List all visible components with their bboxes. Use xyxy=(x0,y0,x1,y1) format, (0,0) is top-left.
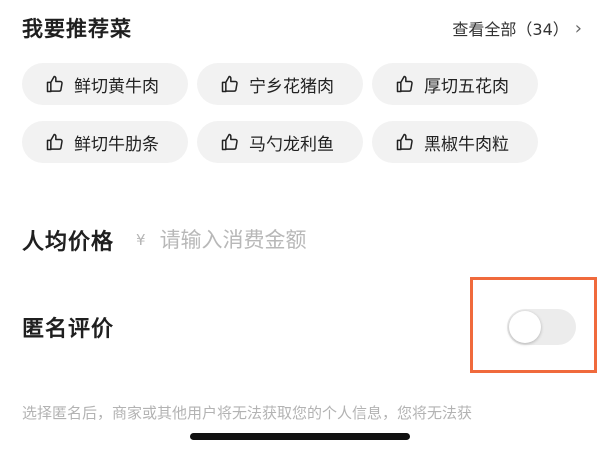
dish-row-2: 鲜切牛肋条 马勺龙利鱼 黑椒牛肉粒 xyxy=(22,121,547,163)
dish-label: 宁乡花猪肉 xyxy=(249,76,334,97)
dish-label: 马勺龙利鱼 xyxy=(249,134,334,155)
thumbs-up-icon xyxy=(394,131,416,153)
toggle-knob xyxy=(509,311,541,343)
dish-label: 鲜切牛肋条 xyxy=(74,134,159,155)
dish-chip[interactable]: 宁乡花猪肉 xyxy=(197,63,363,105)
price-label: 人均价格 xyxy=(22,230,115,255)
view-all-label: 查看全部（34） xyxy=(452,20,569,39)
recommend-title: 我要推荐菜 xyxy=(22,17,132,41)
view-all-link[interactable]: 查看全部（34） › xyxy=(452,16,582,40)
thumbs-up-icon xyxy=(394,73,416,95)
anonymous-disclaimer: 选择匿名后，商家或其他用户将无法获取您的个人信息，您将无法获 xyxy=(22,404,473,422)
dish-label: 黑椒牛肉粒 xyxy=(424,134,509,155)
dish-label: 厚切五花肉 xyxy=(424,76,509,97)
thumbs-up-icon xyxy=(44,131,66,153)
dish-chip[interactable]: 鲜切牛肋条 xyxy=(22,121,188,163)
price-row: 人均价格 ¥ xyxy=(22,218,420,262)
thumbs-up-icon xyxy=(219,131,241,153)
recommend-header: 我要推荐菜 查看全部（34） › xyxy=(22,10,582,46)
dish-label: 鲜切黄牛肉 xyxy=(74,76,159,97)
anonymous-toggle[interactable] xyxy=(507,309,576,345)
dish-chip[interactable]: 鲜切黄牛肉 xyxy=(22,63,188,105)
anonymous-row: 匿名评价 xyxy=(22,305,114,349)
price-input-group: ¥ xyxy=(136,228,420,252)
dish-chip[interactable]: 厚切五花肉 xyxy=(372,63,538,105)
dish-chip[interactable]: 黑椒牛肉粒 xyxy=(372,121,538,163)
thumbs-up-icon xyxy=(44,73,66,95)
yen-icon: ¥ xyxy=(136,231,146,249)
chevron-right-icon: › xyxy=(574,17,582,39)
dish-row-1: 鲜切黄牛肉 宁乡花猪肉 厚切五花肉 xyxy=(22,63,547,105)
home-indicator xyxy=(190,433,410,440)
anonymous-label: 匿名评价 xyxy=(22,317,115,342)
dish-chip[interactable]: 马勺龙利鱼 xyxy=(197,121,363,163)
thumbs-up-icon xyxy=(219,73,241,95)
price-input[interactable] xyxy=(159,228,420,252)
